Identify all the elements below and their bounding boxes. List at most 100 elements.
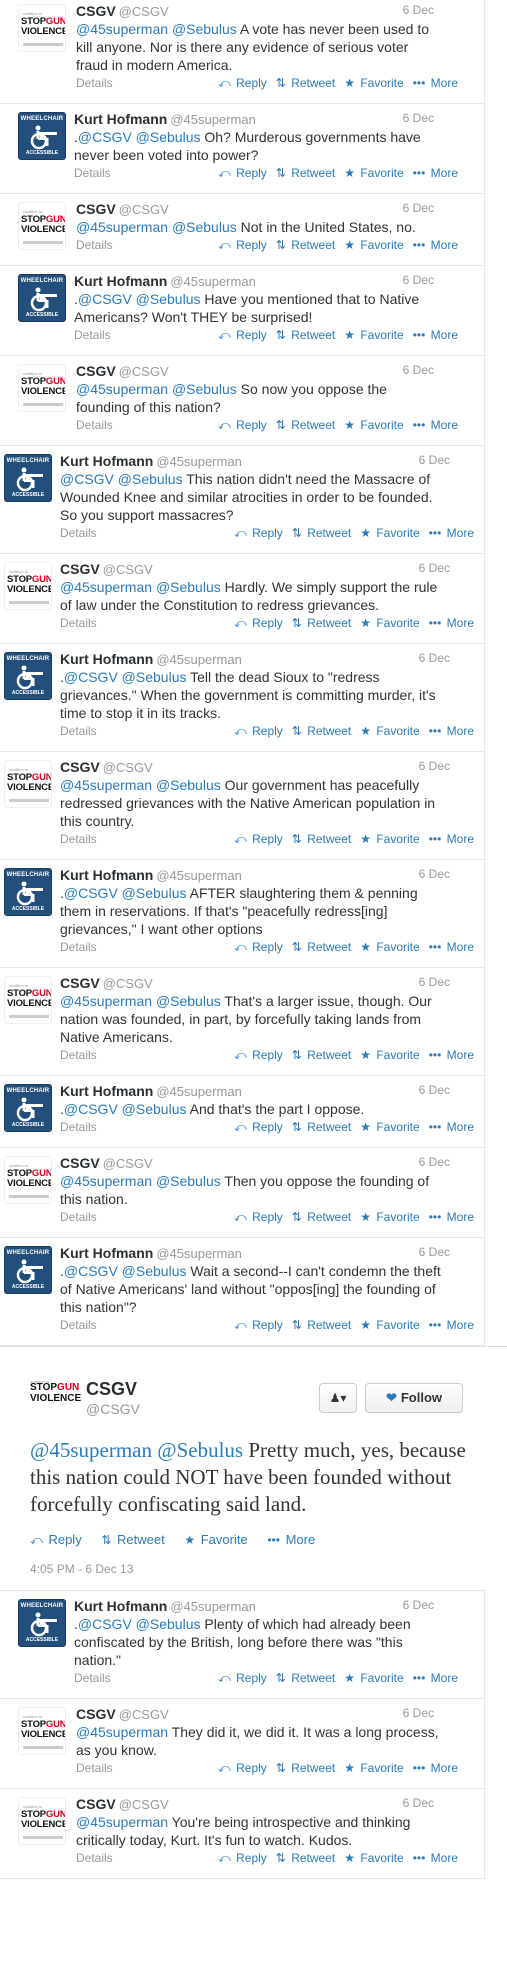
- favorite-button[interactable]: ★ Favorite: [360, 832, 419, 846]
- retweet-button[interactable]: ⇅ Retweet: [276, 418, 335, 432]
- mention-link[interactable]: @Sebulus: [118, 471, 183, 487]
- reply-button[interactable]: ⤺ Reply: [234, 1318, 283, 1333]
- retweet-button[interactable]: ⇅ Retweet: [276, 166, 335, 180]
- mention-link[interactable]: @CSGV: [60, 471, 114, 487]
- retweet-button[interactable]: ⇅ Retweet: [276, 238, 335, 252]
- tweet[interactable]: coalition to STOPGUN VIOLENCE CSGV @CSGV 6 De…: [0, 1699, 484, 1789]
- tweet[interactable]: coalition to STOPGUN VIOLENCE CSGV @CSGV 6 De…: [0, 968, 484, 1076]
- tweet[interactable]: WHEELCHAIR ACCESSIBLE Kurt Hofmann @45super…: [0, 860, 484, 968]
- avatar[interactable]: WHEELCHAIR ACCESSIBLE: [4, 652, 52, 700]
- retweet-button[interactable]: ⇅ Retweet: [276, 1761, 335, 1775]
- user-name[interactable]: Kurt Hofmann: [74, 1598, 167, 1614]
- reply-button[interactable]: ⤺ Reply: [234, 940, 283, 955]
- avatar[interactable]: WHEELCHAIR ACCESSIBLE: [4, 454, 52, 502]
- more-button[interactable]: ••• More: [429, 616, 474, 630]
- user-name[interactable]: CSGV: [60, 975, 100, 991]
- more-button[interactable]: ••• More: [429, 1318, 474, 1332]
- tweet-time[interactable]: 6 Dec: [419, 453, 450, 467]
- reply-button[interactable]: ⤺ Reply: [218, 76, 267, 91]
- user-name[interactable]: Kurt Hofmann: [60, 651, 153, 667]
- mention-link[interactable]: @Sebulus: [156, 993, 221, 1009]
- user-handle[interactable]: @45superman: [170, 112, 255, 127]
- mention-link[interactable]: @45superman: [76, 21, 168, 37]
- mention-link[interactable]: @CSGV: [64, 1101, 118, 1117]
- retweet-button[interactable]: ⇅ Retweet: [101, 1532, 164, 1547]
- avatar[interactable]: coalition to STOPGUN VIOLENCE: [4, 1156, 52, 1204]
- favorite-button[interactable]: ★ Favorite: [344, 418, 403, 432]
- user-handle[interactable]: @45superman: [156, 652, 241, 667]
- user-name[interactable]: Kurt Hofmann: [74, 273, 167, 289]
- tweet[interactable]: coalition to STOPGUN VIOLENCE CSGV @CSGV 6 De…: [0, 356, 484, 446]
- more-button[interactable]: ••• More: [413, 76, 458, 90]
- mention-link[interactable]: @45superman: [76, 1724, 168, 1740]
- user-name[interactable]: CSGV: [60, 1155, 100, 1171]
- avatar[interactable]: WHEELCHAIR ACCESSIBLE: [4, 868, 52, 916]
- tweet-time[interactable]: 6 Dec: [419, 759, 450, 773]
- retweet-button[interactable]: ⇅ Retweet: [292, 526, 351, 540]
- user-handle[interactable]: @CSGV: [119, 1797, 169, 1812]
- favorite-button[interactable]: ★ Favorite: [344, 1761, 403, 1775]
- mention-link[interactable]: @45superman: [30, 1438, 152, 1462]
- user-handle[interactable]: @45superman: [156, 1084, 241, 1099]
- avatar[interactable]: coalition to STOPGUN VIOLENCE: [18, 364, 66, 412]
- avatar[interactable]: coalition to STOPGUN VIOLENCE: [18, 1707, 66, 1755]
- reply-button[interactable]: ⤺ Reply: [234, 1120, 283, 1135]
- avatar[interactable]: coalition to STOPGUN VIOLENCE: [4, 760, 52, 808]
- user-handle[interactable]: @CSGV: [119, 1707, 169, 1722]
- favorite-button[interactable]: ★ Favorite: [360, 724, 419, 738]
- mention-link[interactable]: @45superman: [60, 777, 152, 793]
- avatar[interactable]: coalition to STOPGUN VIOLENCE: [18, 4, 66, 52]
- details-link[interactable]: Details: [76, 1761, 113, 1775]
- user-name[interactable]: CSGV: [76, 1706, 116, 1722]
- avatar[interactable]: coalition to STOPGUN VIOLENCE: [18, 202, 66, 250]
- user-handle[interactable]: @45superman: [156, 454, 241, 469]
- mention-link[interactable]: @Sebulus: [122, 669, 187, 685]
- retweet-button[interactable]: ⇅ Retweet: [292, 1048, 351, 1062]
- reply-button[interactable]: ⤺ Reply: [218, 1851, 267, 1866]
- avatar[interactable]: coalition to STOPGUN VIOLENCE: [4, 976, 52, 1024]
- tweet[interactable]: coalition to STOPGUN VIOLENCE CSGV @CSGV 6 De…: [0, 0, 484, 104]
- retweet-button[interactable]: ⇅ Retweet: [292, 724, 351, 738]
- favorite-button[interactable]: ★ Favorite: [360, 1120, 419, 1134]
- user-handle[interactable]: @CSGV: [119, 364, 169, 379]
- user-handle[interactable]: @45superman: [156, 1246, 241, 1261]
- details-link[interactable]: Details: [60, 1318, 97, 1332]
- tweet[interactable]: WHEELCHAIR ACCESSIBLE Kurt Hofmann @45super…: [0, 1238, 484, 1346]
- favorite-button[interactable]: ★ Favorite: [360, 526, 419, 540]
- more-button[interactable]: ••• More: [413, 238, 458, 252]
- retweet-button[interactable]: ⇅ Retweet: [292, 1120, 351, 1134]
- more-button[interactable]: ••• More: [429, 940, 474, 954]
- mention-link[interactable]: @CSGV: [78, 291, 132, 307]
- tweet-time[interactable]: 6 Dec: [403, 1796, 434, 1810]
- reply-button[interactable]: ⤺ Reply: [218, 238, 267, 253]
- details-link[interactable]: Details: [60, 1048, 97, 1062]
- user-actions-button[interactable]: ♟▾: [319, 1383, 357, 1413]
- retweet-button[interactable]: ⇅ Retweet: [292, 832, 351, 846]
- follow-button[interactable]: ❤ Follow: [365, 1383, 463, 1413]
- tweet[interactable]: WHEELCHAIR ACCESSIBLE Kurt Hofmann @45super…: [0, 104, 484, 194]
- user-name[interactable]: CSGV: [76, 363, 116, 379]
- mention-link[interactable]: @Sebulus: [122, 1101, 187, 1117]
- retweet-button[interactable]: ⇅ Retweet: [276, 1851, 335, 1865]
- mention-link[interactable]: @45superman: [76, 1814, 168, 1830]
- more-button[interactable]: ••• More: [429, 1120, 474, 1134]
- avatar[interactable]: coalition to STOPGUN VIOLENCE: [30, 1379, 81, 1419]
- user-handle[interactable]: @CSGV: [103, 1156, 153, 1171]
- favorite-button[interactable]: ★ Favorite: [344, 328, 403, 342]
- details-link[interactable]: Details: [60, 526, 97, 540]
- details-link[interactable]: Details: [76, 1851, 113, 1865]
- details-link[interactable]: Details: [60, 616, 97, 630]
- tweet-time[interactable]: 6 Dec: [403, 201, 434, 215]
- user-name[interactable]: CSGV: [76, 1796, 116, 1812]
- tweet-time[interactable]: 6 Dec: [419, 1245, 450, 1259]
- tweet-time[interactable]: 6 Dec: [403, 1598, 434, 1612]
- retweet-button[interactable]: ⇅ Retweet: [292, 1210, 351, 1224]
- details-link[interactable]: Details: [74, 328, 111, 342]
- user-handle[interactable]: @CSGV: [119, 4, 169, 19]
- favorite-button[interactable]: ★ Favorite: [344, 238, 403, 252]
- expanded-user-handle[interactable]: @CSGV: [86, 1401, 140, 1417]
- retweet-button[interactable]: ⇅ Retweet: [276, 328, 335, 342]
- avatar[interactable]: coalition to STOPGUN VIOLENCE: [4, 562, 52, 610]
- favorite-button[interactable]: ★ Favorite: [360, 1048, 419, 1062]
- mention-link[interactable]: @Sebulus: [172, 21, 237, 37]
